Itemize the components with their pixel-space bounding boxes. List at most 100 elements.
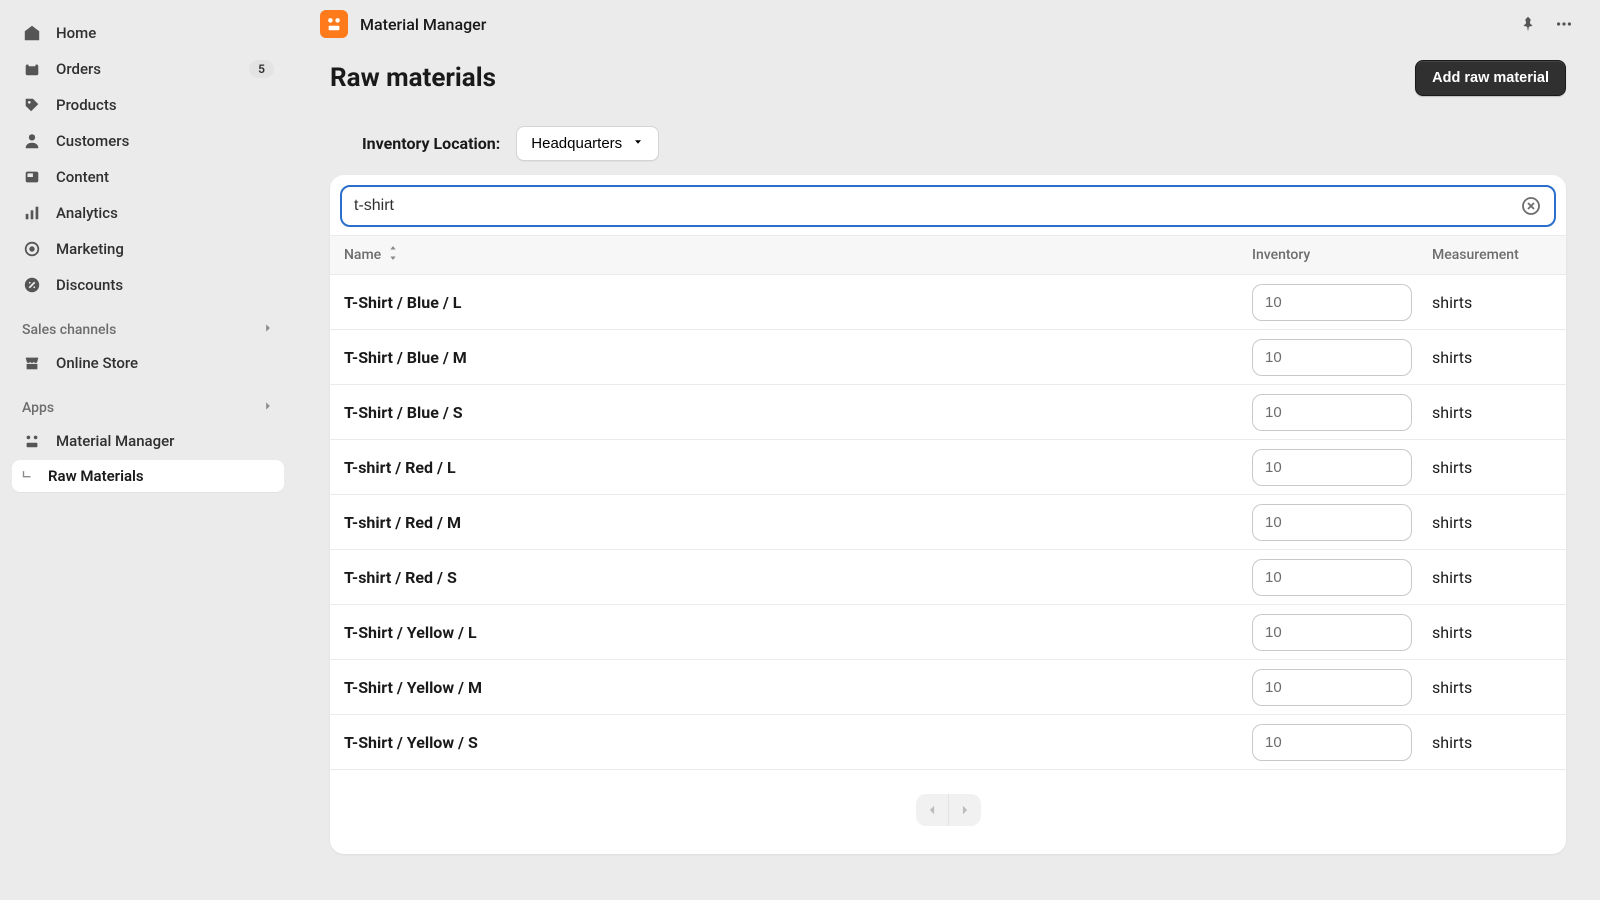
col-header-measurement: Measurement <box>1432 247 1552 263</box>
orders-badge: 5 <box>249 60 274 78</box>
sidebar-section-apps[interactable]: Apps <box>12 382 284 422</box>
sidebar-item-label: Analytics <box>56 204 118 222</box>
inventory-location-select[interactable]: Headquarters <box>516 126 659 161</box>
material-name: T-Shirt / Blue / M <box>344 348 1252 367</box>
page-prev-button[interactable] <box>916 794 948 826</box>
sidebar-item-label: Material Manager <box>56 432 174 450</box>
more-icon[interactable] <box>1552 12 1576 36</box>
inventory-input[interactable] <box>1252 724 1412 761</box>
material-name: T-Shirt / Blue / L <box>344 293 1252 312</box>
sidebar-subitem-raw-materials[interactable]: Raw Materials <box>12 460 284 492</box>
measurement-value: shirts <box>1432 623 1552 642</box>
store-icon <box>22 353 42 373</box>
app-logo-icon <box>320 10 348 38</box>
table-row: T-Shirt / Yellow / L shirts <box>330 605 1566 660</box>
sidebar-item-label: Orders <box>56 60 101 78</box>
orders-icon <box>22 59 42 79</box>
products-icon <box>22 95 42 115</box>
inventory-input[interactable] <box>1252 559 1412 596</box>
measurement-value: shirts <box>1432 348 1552 367</box>
app-header: Material Manager <box>296 0 1600 48</box>
customers-icon <box>22 131 42 151</box>
material-manager-icon <box>22 431 42 451</box>
sidebar-subitem-label: Raw Materials <box>38 467 144 485</box>
sidebar-item-label: Discounts <box>56 276 123 294</box>
filter-row: Inventory Location: Headquarters <box>330 126 1566 175</box>
measurement-value: shirts <box>1432 513 1552 532</box>
search-box <box>340 185 1556 227</box>
marketing-icon <box>22 239 42 259</box>
sidebar-item-label: Content <box>56 168 109 186</box>
col-header-inventory: Inventory <box>1252 247 1432 263</box>
sidebar: Home Orders 5 Products Customers Content… <box>0 0 296 900</box>
sidebar-item-label: Home <box>56 24 96 42</box>
measurement-value: shirts <box>1432 678 1552 697</box>
page-title: Raw materials <box>330 63 1415 93</box>
sidebar-item-home[interactable]: Home <box>12 16 284 50</box>
inventory-input[interactable] <box>1252 504 1412 541</box>
search-input[interactable] <box>354 197 1512 215</box>
pin-icon[interactable] <box>1516 12 1540 36</box>
discounts-icon <box>22 275 42 295</box>
sidebar-item-analytics[interactable]: Analytics <box>12 196 284 230</box>
table-header: Name Inventory Measurement <box>330 235 1566 275</box>
material-name: T-Shirt / Yellow / S <box>344 733 1252 752</box>
measurement-value: shirts <box>1432 568 1552 587</box>
table-row: T-shirt / Red / L shirts <box>330 440 1566 495</box>
sidebar-item-label: Marketing <box>56 240 124 258</box>
inventory-input[interactable] <box>1252 339 1412 376</box>
sidebar-item-material-manager[interactable]: Material Manager <box>12 424 284 458</box>
table-row: T-shirt / Red / M shirts <box>330 495 1566 550</box>
sidebar-item-online-store[interactable]: Online Store <box>12 346 284 380</box>
main-content: Material Manager Raw materials Add raw m… <box>296 0 1600 900</box>
sidebar-item-customers[interactable]: Customers <box>12 124 284 158</box>
select-value: Headquarters <box>531 135 622 152</box>
section-label: Sales channels <box>22 322 116 338</box>
sub-arrow-icon <box>18 469 36 483</box>
measurement-value: shirts <box>1432 733 1552 752</box>
sidebar-item-discounts[interactable]: Discounts <box>12 268 284 302</box>
material-name: T-shirt / Red / L <box>344 458 1252 477</box>
sidebar-item-label: Products <box>56 96 117 114</box>
analytics-icon <box>22 203 42 223</box>
add-raw-material-button[interactable]: Add raw material <box>1415 60 1566 96</box>
inventory-input[interactable] <box>1252 614 1412 651</box>
measurement-value: shirts <box>1432 293 1552 312</box>
measurement-value: shirts <box>1432 458 1552 477</box>
table-row: T-Shirt / Blue / S shirts <box>330 385 1566 440</box>
pagination <box>330 770 1566 854</box>
sidebar-item-marketing[interactable]: Marketing <box>12 232 284 266</box>
clear-search-icon[interactable] <box>1520 195 1542 217</box>
material-name: T-shirt / Red / M <box>344 513 1252 532</box>
sidebar-section-sales-channels[interactable]: Sales channels <box>12 304 284 344</box>
home-icon <box>22 23 42 43</box>
measurement-value: shirts <box>1432 403 1552 422</box>
sort-icon <box>387 246 399 264</box>
table-row: T-Shirt / Blue / L shirts <box>330 275 1566 330</box>
material-name: T-Shirt / Yellow / L <box>344 623 1252 642</box>
chevron-right-icon <box>262 322 274 338</box>
inventory-input[interactable] <box>1252 449 1412 486</box>
sidebar-item-orders[interactable]: Orders 5 <box>12 52 284 86</box>
sidebar-item-content[interactable]: Content <box>12 160 284 194</box>
content-area: Inventory Location: Headquarters <box>296 126 1600 884</box>
table-row: T-Shirt / Blue / M shirts <box>330 330 1566 385</box>
material-name: T-Shirt / Yellow / M <box>344 678 1252 697</box>
material-name: T-shirt / Red / S <box>344 568 1252 587</box>
page-heading: Raw materials Add raw material <box>296 48 1600 126</box>
table-row: T-shirt / Red / S shirts <box>330 550 1566 605</box>
inventory-input[interactable] <box>1252 669 1412 706</box>
col-header-name[interactable]: Name <box>344 246 1252 264</box>
material-name: T-Shirt / Blue / S <box>344 403 1252 422</box>
table-row: T-Shirt / Yellow / M shirts <box>330 660 1566 715</box>
sidebar-item-products[interactable]: Products <box>12 88 284 122</box>
inventory-location-label: Inventory Location: <box>362 134 500 153</box>
table-row: T-Shirt / Yellow / S shirts <box>330 715 1566 770</box>
section-label: Apps <box>22 400 54 416</box>
page-next-button[interactable] <box>949 794 981 826</box>
content-icon <box>22 167 42 187</box>
sidebar-item-label: Customers <box>56 132 129 150</box>
inventory-input[interactable] <box>1252 284 1412 321</box>
inventory-input[interactable] <box>1252 394 1412 431</box>
sidebar-item-label: Online Store <box>56 354 138 372</box>
